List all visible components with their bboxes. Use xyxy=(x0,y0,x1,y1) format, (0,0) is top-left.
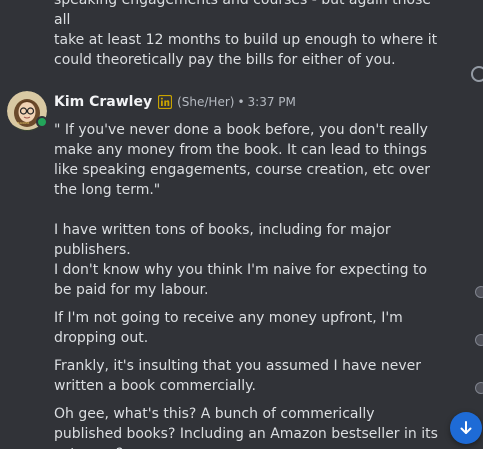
avatar[interactable]: HACKER xyxy=(7,91,48,131)
header-separator: • xyxy=(237,95,245,109)
reaction-indicator-icon[interactable] xyxy=(475,382,483,394)
previous-message-content: speaking engagements and courses - but a… xyxy=(54,0,439,70)
chat-scroller[interactable]: speaking engagements and courses - but a… xyxy=(0,0,483,449)
pronouns: (She/Her) xyxy=(177,95,235,109)
reaction-indicator-icon[interactable] xyxy=(475,334,483,346)
linkedin-icon[interactable] xyxy=(158,95,173,109)
jump-to-present-button[interactable] xyxy=(450,412,482,444)
reaction-indicator-icon[interactable] xyxy=(471,66,483,82)
message-paragraph: Frankly, it's insulting that you assumed… xyxy=(54,358,422,394)
message-header: Kim Crawley (She/Her) • 3:37 PM xyxy=(54,92,296,112)
arrow-down-icon xyxy=(460,421,472,434)
previous-message-line: take at least 12 months to build up enou… xyxy=(54,32,438,48)
previous-message-line: could theoretically pay the bills for ei… xyxy=(54,52,396,68)
message-content: " If you've never done a book before, yo… xyxy=(54,120,439,449)
message-paragraph: I don't know why you think I'm naive for… xyxy=(54,262,428,298)
username[interactable]: Kim Crawley xyxy=(54,94,152,110)
reaction-indicator-icon[interactable] xyxy=(475,286,483,298)
online-status-icon xyxy=(36,116,48,128)
message-paragraph: " If you've never done a book before, yo… xyxy=(54,122,431,198)
message-paragraph: Oh gee, what's this? A bunch of commeric… xyxy=(54,406,438,449)
svg-text:HACKER: HACKER xyxy=(17,121,29,125)
timestamp[interactable]: 3:37 PM xyxy=(248,95,296,109)
message-paragraph: If I'm not going to receive any money up… xyxy=(54,310,403,346)
previous-message-line: speaking engagements and courses - but a… xyxy=(54,0,432,28)
message-paragraph: I have written tons of books, including … xyxy=(54,222,391,258)
